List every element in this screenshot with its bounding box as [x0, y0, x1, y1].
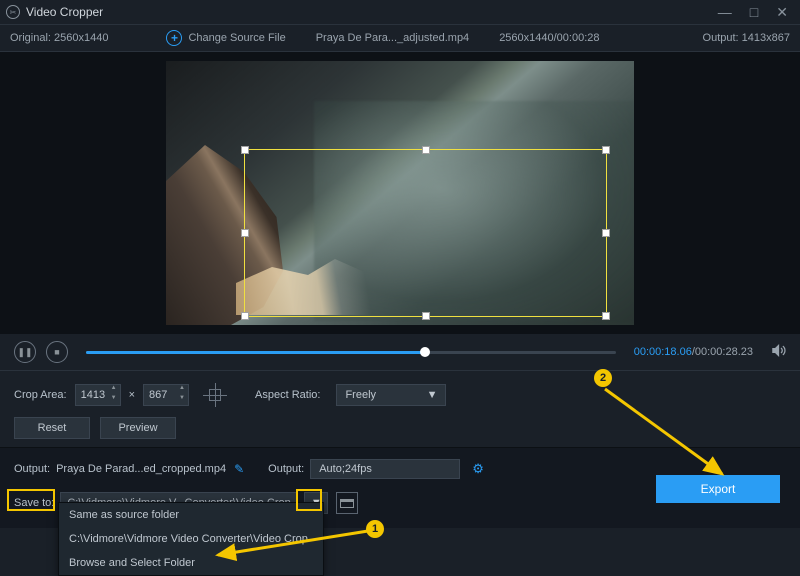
playback-bar: ❚❚ ■ 00:00:18.06 /00:00:28.23	[0, 334, 800, 370]
aspect-ratio-select[interactable]: Freely ▼	[336, 384, 446, 406]
video-preview[interactable]	[166, 61, 634, 325]
crop-height-input[interactable]: 867 ▲▼	[143, 384, 189, 406]
output-filename: Praya De Parad...ed_cropped.mp4	[56, 463, 226, 475]
open-folder-button[interactable]	[336, 492, 358, 514]
output-format-select[interactable]: Auto;24fps	[310, 459, 460, 479]
crop-area-label: Crop Area:	[14, 389, 67, 401]
crop-handle-tl[interactable]	[241, 146, 249, 154]
output-file-label: Output:	[14, 463, 50, 475]
timeline-knob[interactable]	[420, 347, 430, 357]
settings-gear-icon[interactable]: ⚙	[472, 461, 484, 477]
source-info: 2560x1440/00:00:28	[499, 32, 599, 44]
change-source-button[interactable]: + Change Source File	[166, 30, 285, 46]
height-spinner[interactable]: ▲▼	[176, 385, 188, 405]
current-time: 00:00:18.06	[634, 346, 692, 358]
source-filename: Praya De Para..._adjusted.mp4	[316, 32, 469, 44]
edit-filename-icon[interactable]: ✎	[234, 462, 244, 476]
reset-button[interactable]: Reset	[14, 417, 90, 439]
crop-width-input[interactable]: 1413 ▲▼	[75, 384, 121, 406]
change-source-label: Change Source File	[188, 32, 285, 44]
maximize-button[interactable]: □	[750, 4, 758, 21]
info-bar: Original: 2560x1440 + Change Source File…	[0, 24, 800, 52]
export-button[interactable]: Export	[656, 475, 780, 503]
width-spinner[interactable]: ▲▼	[108, 385, 120, 405]
menu-item-same-folder[interactable]: Same as source folder	[59, 503, 323, 527]
annotation-marker-2: 2	[594, 369, 612, 387]
timeline-slider[interactable]	[86, 351, 616, 354]
original-dimensions: Original: 2560x1440	[10, 32, 108, 44]
close-button[interactable]: ✕	[776, 4, 788, 21]
title-bar: ✂ Video Cropper — □ ✕	[0, 0, 800, 24]
annotation-marker-1: 1	[366, 520, 384, 538]
pause-button[interactable]: ❚❚	[14, 341, 36, 363]
window-controls: — □ ✕	[718, 4, 794, 21]
minimize-button[interactable]: —	[718, 4, 732, 21]
time-display: 00:00:18.06 /00:00:28.23	[634, 346, 753, 358]
preview-button[interactable]: Preview	[100, 417, 176, 439]
dimension-sep: ×	[129, 389, 135, 401]
crop-panel: Crop Area: 1413 ▲▼ × 867 ▲▼ Aspect Ratio…	[0, 370, 800, 447]
app-icon: ✂	[6, 5, 20, 19]
app-title: Video Cropper	[26, 5, 103, 19]
stop-button[interactable]: ■	[46, 341, 68, 363]
preview-area[interactable]	[0, 52, 800, 334]
plus-icon: +	[166, 30, 182, 46]
menu-item-browse[interactable]: Browse and Select Folder	[59, 551, 323, 575]
output-dimensions: Output: 1413x867	[703, 32, 790, 44]
aspect-ratio-label: Aspect Ratio:	[255, 389, 320, 401]
output-format-label: Output:	[268, 463, 304, 475]
menu-item-path[interactable]: C:\Vidmore\Vidmore Video Converter\Video…	[59, 527, 323, 551]
save-to-dropdown-menu: Same as source folder C:\Vidmore\Vidmore…	[58, 502, 324, 576]
save-to-label: Save to:	[14, 497, 54, 509]
chevron-down-icon: ▼	[427, 389, 438, 401]
volume-icon[interactable]	[771, 343, 786, 361]
total-time: /00:00:28.23	[692, 346, 753, 358]
position-tool[interactable]	[203, 383, 227, 407]
